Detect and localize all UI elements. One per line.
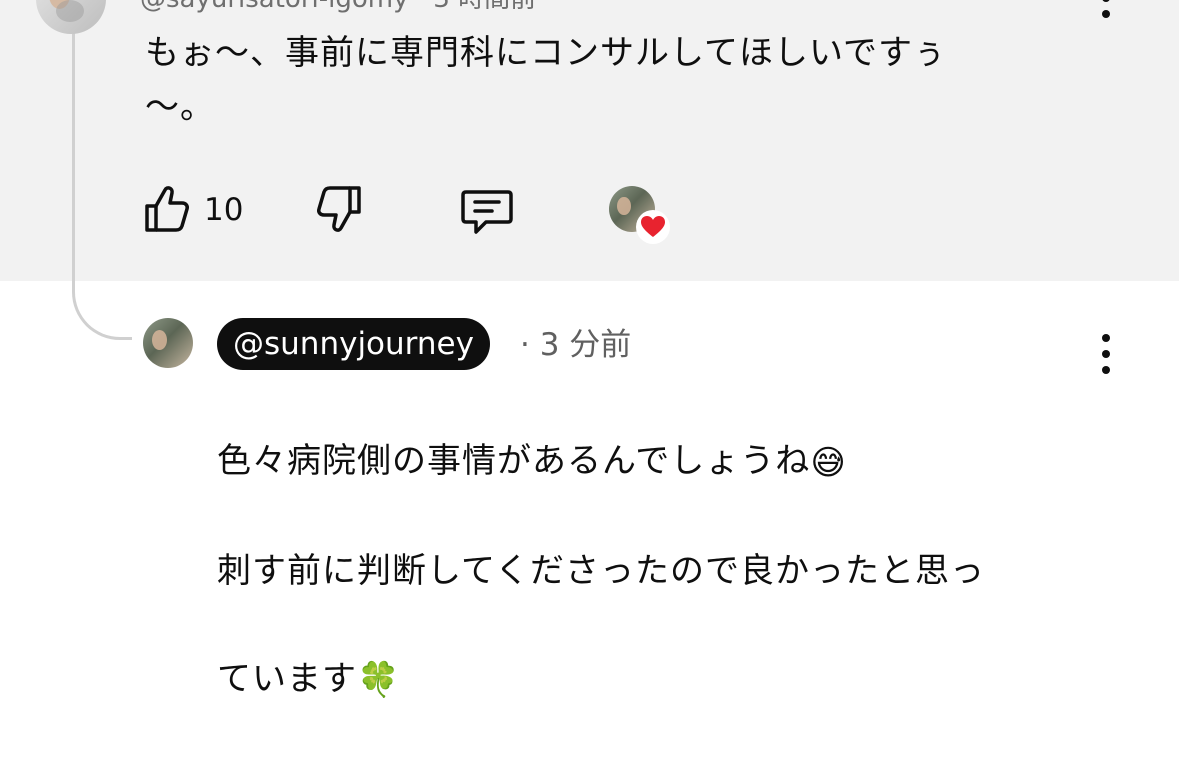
like-button[interactable] [143, 182, 193, 234]
reply-line-1: 色々病院側の事情があるんでしょうね😅 [217, 434, 1117, 490]
parent-comment-more-button[interactable] [1100, 0, 1112, 20]
reply-commenter-avatar[interactable] [143, 318, 193, 368]
thread-connector-line [72, 30, 132, 340]
sweat-smile-emoji: 😅 [810, 442, 847, 483]
parent-comment-handle[interactable]: @sayurisatori-igomy · 3 時間前 [140, 0, 536, 14]
thumbs-up-icon [145, 186, 189, 232]
creator-heart-badge [636, 210, 670, 244]
reply-comment-more-button[interactable] [1100, 334, 1112, 376]
reply-line-3: ています🍀 [217, 652, 1117, 708]
thumbs-down-icon [317, 186, 361, 232]
reply-line-2: 刺す前に判断してくださったので良かったと思っ [217, 550, 985, 591]
reply-timestamp: · 3 分前 [520, 327, 632, 363]
like-count: 10 [204, 192, 244, 228]
parent-comment-text: もぉ〜、事前に専門科にコンサルしてほしいですぅ 〜。 [145, 33, 947, 127]
four-leaf-clover-emoji: 🍀 [357, 660, 401, 700]
reply-comment-text: 色々病院側の事情があるんでしょうね😅 刺す前に判断してくださったので良かったと思… [217, 380, 1117, 761]
reply-button[interactable] [460, 186, 514, 236]
heart-icon [641, 216, 665, 237]
dislike-button[interactable] [313, 184, 363, 236]
reply-commenter-handle[interactable]: @sunnyjourney [217, 318, 490, 370]
more-vert-icon [1102, 334, 1110, 342]
reply-comment-icon [461, 190, 513, 234]
